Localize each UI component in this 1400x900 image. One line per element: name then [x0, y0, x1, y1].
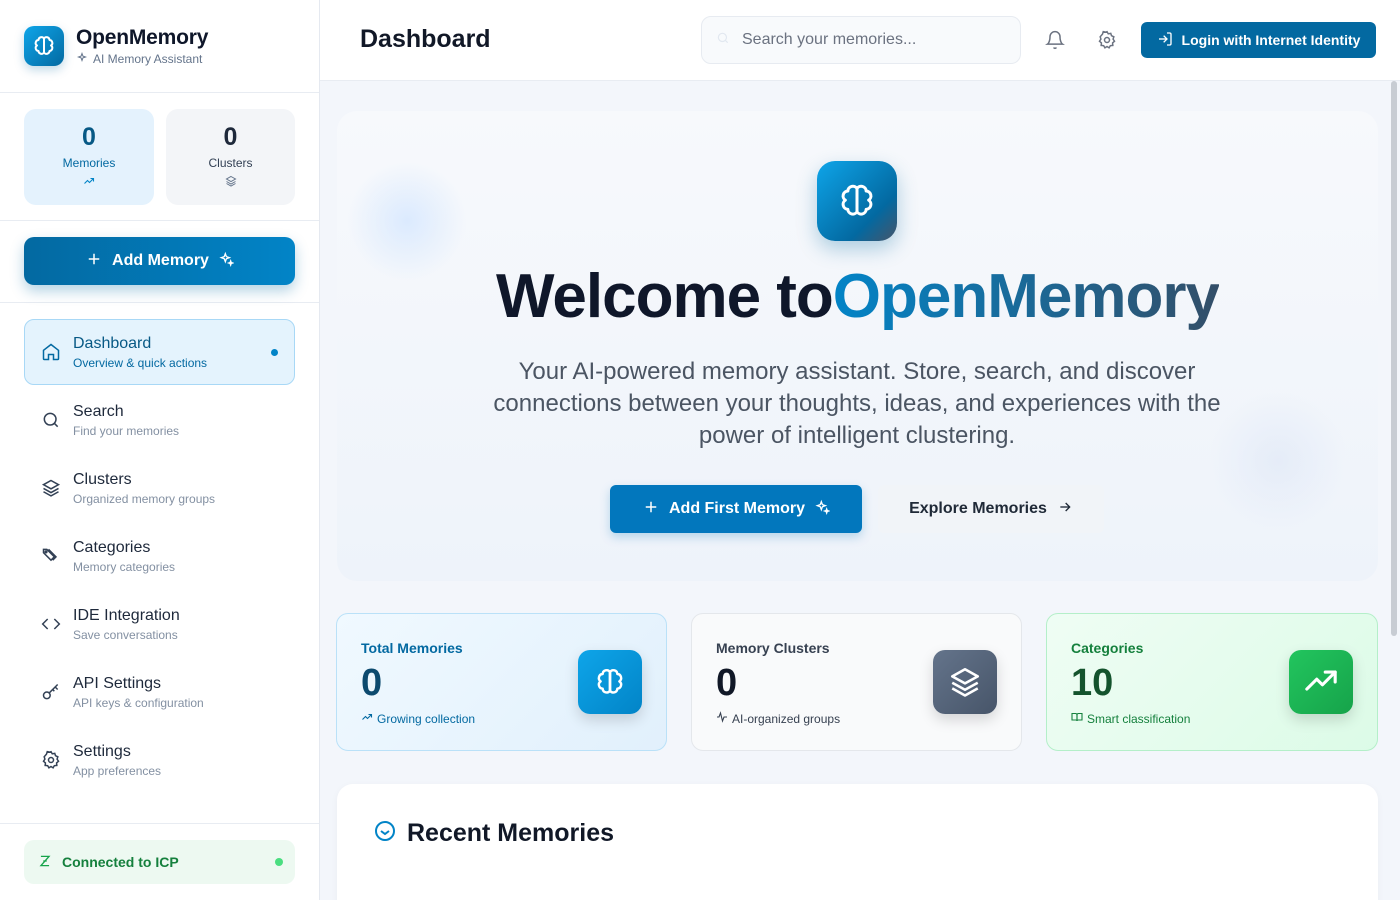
sidebar-item-desc: Find your memories [73, 423, 180, 438]
code-icon [41, 614, 61, 634]
add-first-memory-button[interactable]: Add First Memory [610, 485, 862, 533]
tags-icon [41, 546, 61, 566]
sidebar-item-clusters[interactable]: Clusters Organized memory groups [24, 455, 295, 521]
sidebar-item-desc: Save conversations [73, 627, 178, 642]
sidebar-item-label: Categories [73, 538, 151, 556]
categories-card: Categories 10 Smart classification [1046, 613, 1378, 751]
sidebar-stats: 0 Memories 0 Clusters [0, 93, 319, 221]
bell-icon[interactable] [1043, 28, 1067, 52]
brand: OpenMemory AI Memory Assistant [0, 0, 319, 93]
connection-label: Connected to ICP [62, 854, 179, 870]
sidebar-item-label: Dashboard [73, 334, 152, 352]
arrow-right-icon [1057, 499, 1073, 520]
add-memory-button[interactable]: Add Memory [24, 237, 295, 285]
sidebar: OpenMemory AI Memory Assistant 0 Memorie… [0, 0, 320, 900]
plus-icon [85, 250, 103, 273]
brand-title: OpenMemory [76, 25, 209, 49]
memory-clusters-card: Memory Clusters 0 AI-organized groups [691, 613, 1022, 751]
recent-memories-title: Recent Memories [407, 819, 615, 847]
sidebar-item-label: Clusters [73, 470, 132, 488]
plus-icon [642, 498, 660, 521]
main-content: Welcome toOpenMemory Your AI-powered mem… [320, 81, 1400, 900]
hero-subtitle: Your AI-powered memory assistant. Store,… [493, 358, 1221, 449]
sidebar-item-desc: Memory categories [73, 559, 176, 574]
explore-memories-label: Explore Memories [909, 500, 1047, 517]
layers-icon [224, 174, 237, 192]
sidebar-item-settings[interactable]: Settings App preferences [24, 727, 295, 793]
sidebar-item-api-settings[interactable]: API Settings API keys & configuration [24, 659, 295, 725]
login-label: Login with Internet Identity [1181, 32, 1361, 48]
status-dot [275, 858, 283, 866]
welcome-hero: Welcome toOpenMemory Your AI-powered mem… [337, 111, 1378, 581]
stat-note: Smart classification [1087, 711, 1191, 726]
sparkles-icon [76, 51, 88, 67]
search-icon [716, 31, 730, 50]
sidebar-item-desc: App preferences [73, 763, 162, 778]
active-indicator [271, 349, 278, 356]
login-button[interactable]: Login with Internet Identity [1141, 22, 1376, 58]
scrollbar[interactable] [1391, 81, 1397, 636]
sidebar-item-label: Settings [73, 742, 131, 760]
home-icon [41, 342, 61, 362]
sparkles-icon [814, 499, 831, 520]
activity-icon [716, 711, 728, 726]
sidebar-item-label: Search [73, 402, 124, 420]
topbar: Dashboard Login with Internet Identity [320, 0, 1400, 81]
brain-icon [24, 26, 64, 66]
sidebar-item-label: API Settings [73, 674, 162, 692]
clusters-stat: 0 Clusters [166, 109, 295, 205]
stat-note: Growing collection [377, 711, 476, 726]
gear-icon [41, 750, 61, 770]
sidebar-item-dashboard[interactable]: Dashboard Overview & quick actions [24, 319, 295, 385]
layers-icon [933, 650, 997, 714]
clusters-label: Clusters [208, 155, 253, 170]
clusters-count: 0 [223, 122, 238, 151]
hero-title: Welcome toOpenMemory [337, 261, 1378, 332]
layers-icon [41, 478, 61, 498]
connection-status: Connected to ICP [24, 840, 295, 884]
memories-stat: 0 Memories [24, 109, 154, 205]
sidebar-item-label: IDE Integration [73, 606, 180, 624]
trending-up-icon [83, 174, 95, 192]
sidebar-item-ide-integration[interactable]: IDE Integration Save conversations [24, 591, 295, 657]
trending-up-icon [361, 711, 373, 726]
sidebar-item-categories[interactable]: Categories Memory categories [24, 523, 295, 589]
page-title: Dashboard [360, 25, 491, 53]
login-icon [1157, 31, 1173, 50]
hero-title-prefix: Welcome to [495, 262, 834, 331]
hero-title-accent: OpenMemory [832, 262, 1220, 331]
search-input[interactable] [742, 31, 1002, 49]
book-icon [1071, 711, 1083, 726]
total-memories-card: Total Memories 0 Growing collection [336, 613, 667, 751]
brand-subtitle: AI Memory Assistant [93, 52, 203, 66]
memories-label: Memories [62, 155, 116, 170]
zap-icon [38, 854, 52, 871]
search-box[interactable] [701, 16, 1021, 64]
gear-icon[interactable] [1095, 28, 1119, 52]
key-icon [41, 682, 61, 702]
explore-memories-button[interactable]: Explore Memories [878, 485, 1104, 533]
sidebar-nav: Dashboard Overview & quick actions Searc… [0, 303, 319, 793]
memories-count: 0 [82, 122, 96, 151]
brain-icon [578, 650, 642, 714]
sidebar-item-desc: Overview & quick actions [73, 355, 208, 370]
recent-memories-panel: Recent Memories [337, 784, 1378, 900]
add-first-memory-label: Add First Memory [668, 500, 805, 517]
sidebar-item-desc: API keys & configuration [73, 695, 204, 710]
stat-note: AI-organized groups [732, 711, 841, 726]
sparkles-icon [218, 251, 235, 272]
add-memory-label: Add Memory [112, 252, 209, 269]
clock-icon [373, 818, 397, 849]
sidebar-item-desc: Organized memory groups [73, 491, 216, 506]
sidebar-item-search[interactable]: Search Find your memories [24, 387, 295, 453]
brain-icon [817, 161, 897, 241]
trending-up-icon [1289, 650, 1353, 714]
search-icon [41, 410, 61, 430]
